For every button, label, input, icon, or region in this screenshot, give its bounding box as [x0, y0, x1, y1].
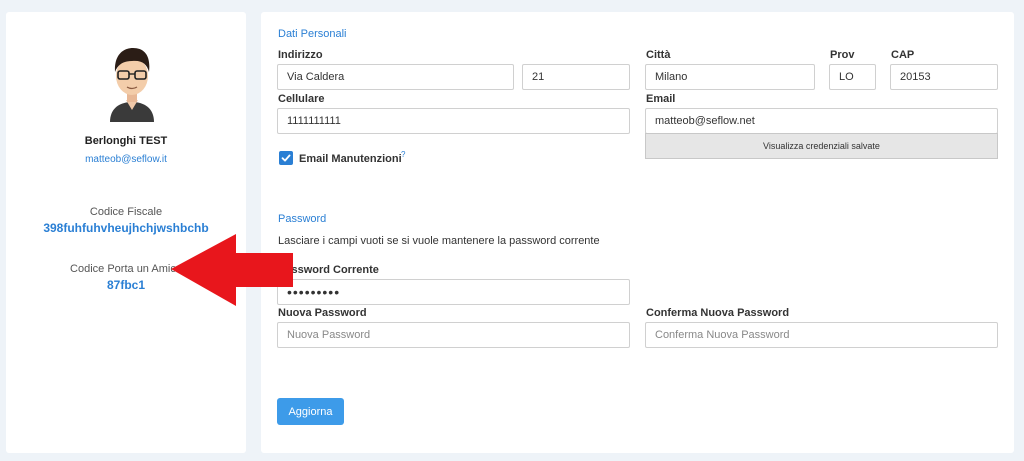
cellulare-label: Cellulare	[278, 93, 325, 105]
annotation-arrow-icon	[171, 234, 293, 306]
check-icon	[281, 154, 291, 162]
password-title: Password	[278, 213, 327, 225]
help-icon[interactable]: ?	[401, 150, 405, 159]
nuova-password-input[interactable]	[277, 322, 630, 348]
citta-input[interactable]	[645, 64, 815, 90]
form-card: Dati Personali Indirizzo Città Prov CAP …	[261, 12, 1014, 453]
prov-label: Prov	[830, 49, 855, 61]
cap-label: CAP	[891, 49, 915, 61]
prov-input[interactable]	[829, 64, 876, 90]
aggiorna-button[interactable]: Aggiorna	[277, 398, 344, 425]
user-name: Berlonghi TEST	[84, 135, 168, 147]
conferma-password-input[interactable]	[645, 322, 998, 348]
password-hint: Lasciare i campi vuoti se si vuole mante…	[278, 235, 600, 247]
email-input[interactable]	[645, 108, 998, 134]
user-email: matteob@seflow.it	[85, 154, 167, 165]
email-manutenzioni-checkbox[interactable]	[279, 151, 293, 165]
dati-personali-title: Dati Personali	[278, 28, 347, 40]
visualizza-credenziali-button[interactable]: Visualizza credenziali salvate	[645, 133, 998, 159]
cap-input[interactable]	[890, 64, 998, 90]
email-label: Email	[646, 93, 676, 105]
indirizzo-input[interactable]	[277, 64, 514, 90]
citta-label: Città	[646, 49, 671, 61]
nuova-password-label: Nuova Password	[278, 307, 367, 319]
indirizzo-label: Indirizzo	[278, 49, 323, 61]
civico-input[interactable]	[522, 64, 630, 90]
email-manutenzioni-label: Email Manutenzioni	[299, 153, 402, 165]
cellulare-input[interactable]	[277, 108, 630, 134]
codice-fiscale-label: Codice Fiscale	[89, 206, 163, 218]
password-corrente-input[interactable]	[277, 279, 630, 305]
avatar	[110, 48, 154, 122]
conferma-password-label: Conferma Nuova Password	[646, 307, 790, 319]
